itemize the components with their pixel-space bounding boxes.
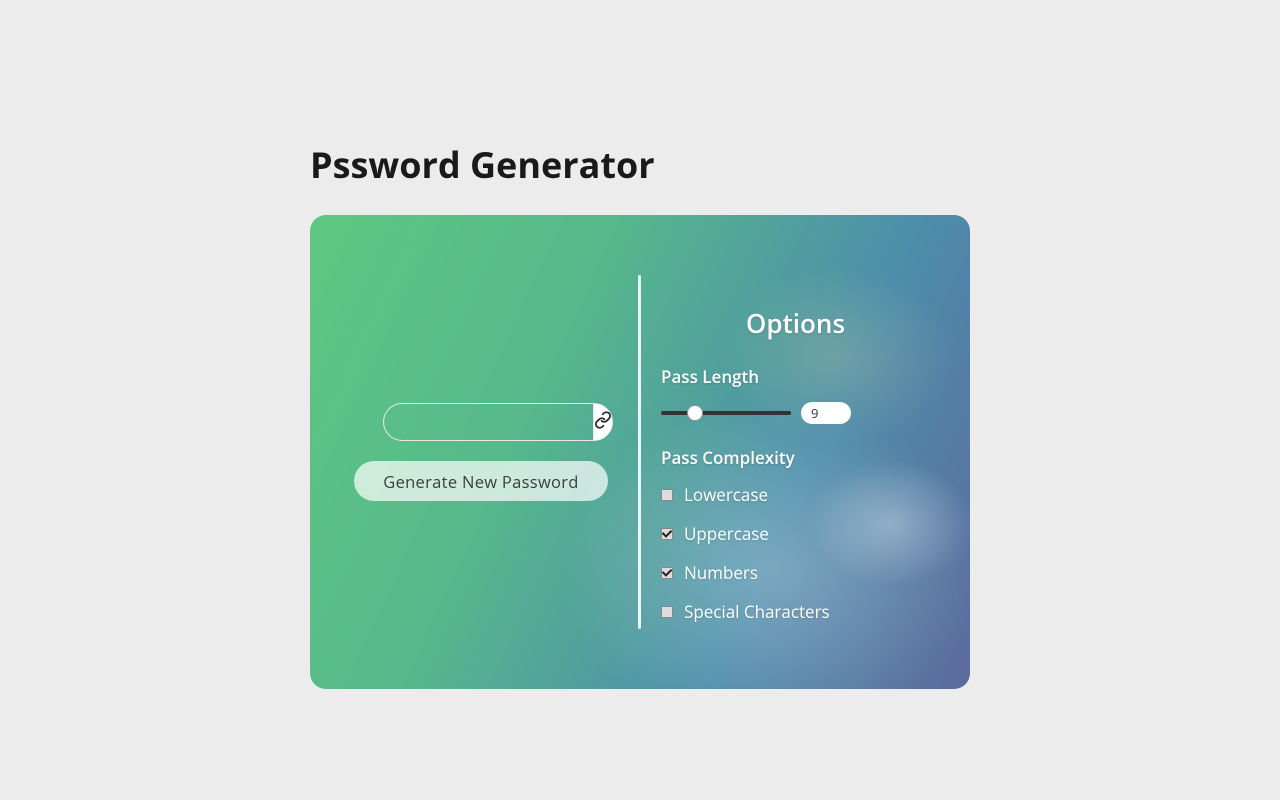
- checkbox-lowercase[interactable]: [661, 489, 673, 501]
- option-label: Numbers: [684, 561, 758, 584]
- option-special: Special Characters: [661, 600, 930, 623]
- slider-track: [661, 411, 791, 415]
- checkbox-numbers[interactable]: [661, 567, 673, 579]
- output-panel: Generate New Password: [310, 215, 638, 689]
- options-title: Options: [661, 305, 930, 341]
- option-label: Lowercase: [684, 483, 768, 506]
- option-lowercase: Lowercase: [661, 483, 930, 506]
- page-title: Pssword Generator: [310, 140, 970, 189]
- generate-button[interactable]: Generate New Password: [354, 461, 608, 501]
- option-numbers: Numbers: [661, 561, 930, 584]
- pass-complexity-label: Pass Complexity: [661, 446, 930, 469]
- option-label: Special Characters: [684, 600, 830, 623]
- options-panel: Options Pass Length 9 Pass Complexity Lo…: [641, 215, 970, 689]
- pass-length-value: 9: [801, 402, 851, 424]
- pass-length-slider[interactable]: [661, 405, 791, 421]
- generator-card: Generate New Password Options Pass Lengt…: [310, 215, 970, 689]
- link-icon: [594, 411, 612, 434]
- pass-length-label: Pass Length: [661, 365, 930, 388]
- checkbox-special[interactable]: [661, 606, 673, 618]
- length-slider-row: 9: [661, 402, 930, 424]
- password-output[interactable]: [383, 403, 593, 441]
- slider-thumb[interactable]: [687, 405, 703, 421]
- checkbox-uppercase[interactable]: [661, 528, 673, 540]
- copy-button[interactable]: [593, 403, 613, 441]
- output-row: [383, 403, 599, 441]
- option-uppercase: Uppercase: [661, 522, 930, 545]
- option-label: Uppercase: [684, 522, 769, 545]
